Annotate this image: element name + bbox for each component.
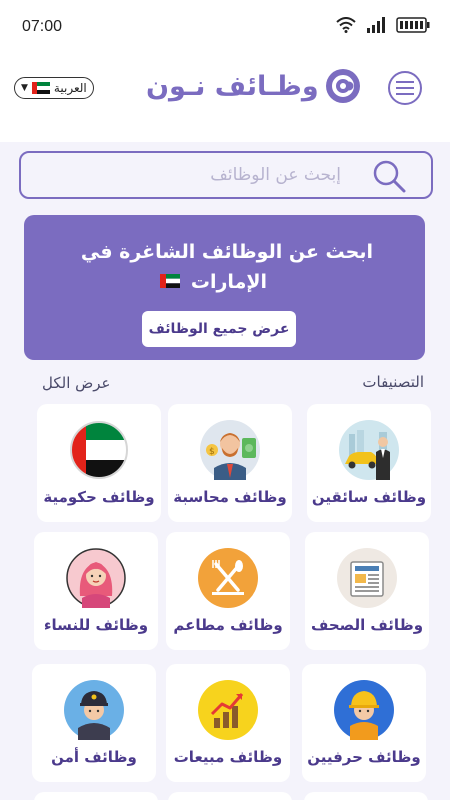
logo-icon <box>325 69 360 103</box>
app-logo: وظـائف نـون <box>146 68 361 104</box>
category-card-accounting[interactable]: $ وظائف محاسبة <box>168 404 292 522</box>
accountant-icon: $ <box>200 420 260 480</box>
banner-title-line1: ابحث عن الوظائف الشاغرة في <box>80 241 373 263</box>
wifi-icon <box>336 17 356 33</box>
newspaper-icon <box>337 548 397 608</box>
category-card-sales[interactable]: وظائف مبيعات <box>166 664 290 782</box>
category-card-partial[interactable] <box>34 792 158 800</box>
chevron-down-icon: ▼ <box>21 83 28 93</box>
category-label: وظائف الصحف <box>310 616 424 634</box>
language-label: العربية <box>53 81 87 95</box>
category-card-craftsmen[interactable]: وظائف حرفيين <box>302 664 426 782</box>
banner-title-line2: الإمارات <box>190 271 267 293</box>
category-label: وظائف مبيعات <box>173 748 283 766</box>
category-card-newspapers[interactable]: وظائف الصحف <box>305 532 429 650</box>
categories-title: التصنيفات <box>362 373 424 391</box>
category-label: وظائف حكومية <box>43 488 155 506</box>
category-label: وظائف للنساء <box>43 616 149 634</box>
status-bar: 07:00 <box>0 0 450 56</box>
woman-icon <box>66 548 126 608</box>
category-label: وظائف أمن <box>51 748 137 766</box>
category-card-government[interactable]: وظائف حكومية <box>37 404 161 522</box>
uae-flag-icon <box>31 82 50 94</box>
app-name: وظـائف نـون <box>146 70 319 102</box>
menu-button[interactable] <box>388 71 422 105</box>
category-card-security[interactable]: وظائف أمن <box>32 664 156 782</box>
sales-chart-icon <box>198 680 258 740</box>
category-card-partial[interactable] <box>168 792 292 800</box>
language-selector[interactable]: ▼ العربية <box>14 77 94 99</box>
signal-icon <box>367 17 385 33</box>
category-card-partial[interactable] <box>304 792 428 800</box>
svg-text:$: $ <box>209 447 215 457</box>
search-icon[interactable] <box>371 158 407 194</box>
uae-flag-icon <box>70 421 128 479</box>
restaurant-icon <box>198 548 258 608</box>
hero-banner: ابحث عن الوظائف الشاغرة في الإمارات عرض … <box>24 215 425 360</box>
category-card-drivers[interactable]: وظائف سائقين <box>307 404 431 522</box>
view-all-link[interactable]: عرض الكل <box>42 374 111 392</box>
worker-icon <box>334 680 394 740</box>
battery-icon <box>396 17 430 33</box>
category-label: وظائف حرفيين <box>307 748 421 766</box>
category-label: وظائف محاسبة <box>173 488 287 506</box>
category-label: وظائف مطاعم <box>173 616 283 634</box>
category-label: وظائف سائقين <box>311 488 427 506</box>
category-card-restaurants[interactable]: وظائف مطاعم <box>166 532 290 650</box>
view-all-jobs-button[interactable]: عرض جميع الوظائف <box>142 311 296 347</box>
search-input[interactable]: إبحث عن الوظائف <box>210 165 341 185</box>
driver-car-icon <box>339 420 399 480</box>
uae-flag-icon <box>160 274 180 288</box>
hamburger-icon <box>396 81 414 95</box>
category-card-women[interactable]: وظائف للنساء <box>34 532 158 650</box>
status-icons <box>336 17 430 33</box>
status-time: 07:00 <box>22 18 63 35</box>
security-guard-icon <box>64 680 124 740</box>
search-bar[interactable]: إبحث عن الوظائف <box>19 151 433 199</box>
app-header: ▼ العربية وظـائف نـون <box>0 56 450 142</box>
